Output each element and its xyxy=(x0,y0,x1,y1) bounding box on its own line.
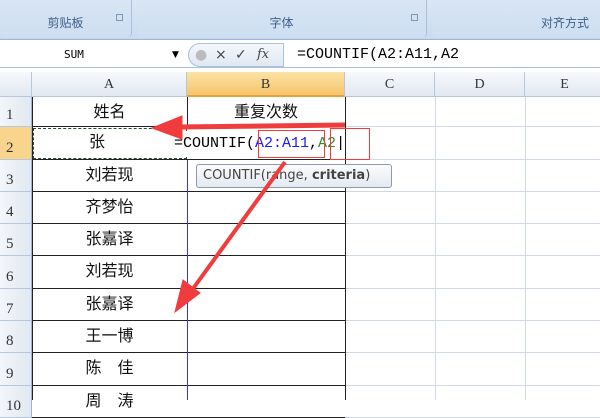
arrow-left-line xyxy=(177,122,346,130)
arrow-down-line xyxy=(190,160,287,292)
annotation-arrows xyxy=(150,115,346,314)
arrow-left-head xyxy=(150,115,183,140)
